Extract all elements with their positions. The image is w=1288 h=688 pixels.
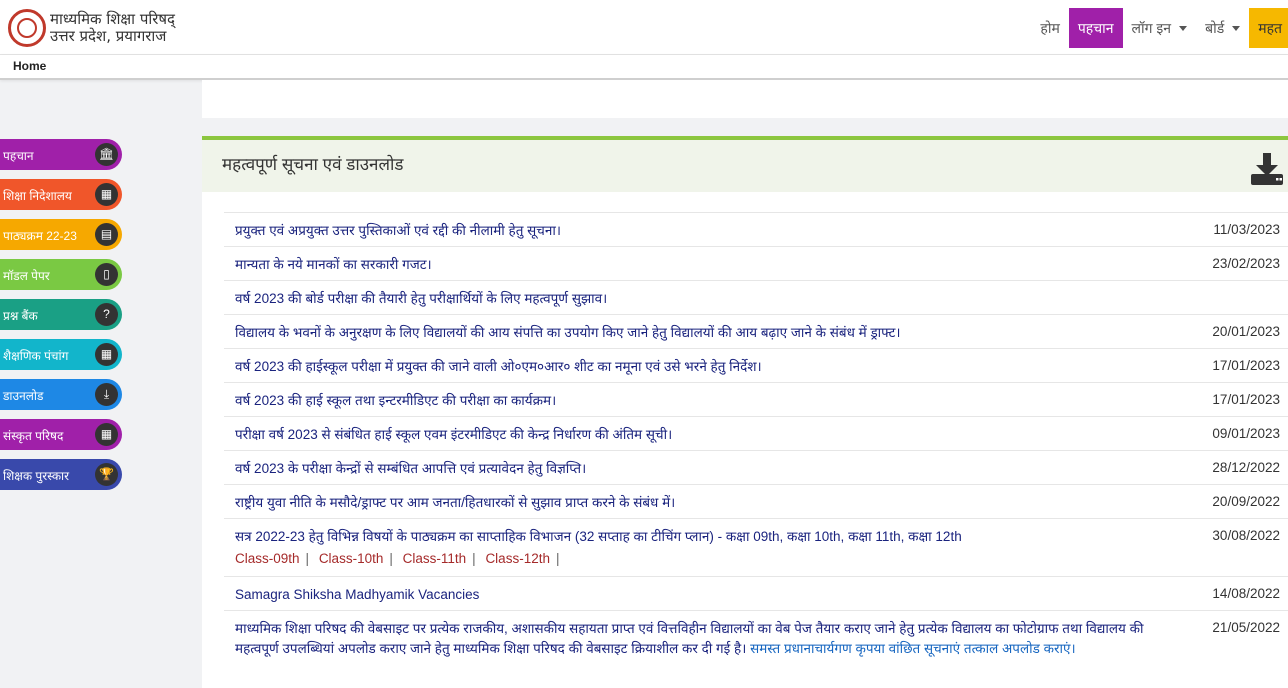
brand-line-1: माध्यमिक शिक्षा परिषद् [50, 10, 176, 28]
chevron-down-icon [1179, 25, 1188, 31]
bank-icon: 🏛 [95, 143, 118, 166]
notice-link[interactable]: सत्र 2022-23 हेतु विभिन्न विषयों के पाठ्… [235, 527, 1175, 547]
notice-link[interactable]: राष्ट्रीय युवा नीति के मसौदे/ड्राफ्ट पर … [235, 493, 1175, 513]
nav-important[interactable]: महत [1249, 8, 1288, 48]
nav-board-label: बोर्ड [1205, 19, 1225, 36]
list-item: Samagra Shiksha Madhyamik Vacancies 14/0… [224, 577, 1288, 611]
notice-date: 17/01/2023 [1212, 392, 1280, 407]
notice-date: 20/01/2023 [1212, 324, 1280, 339]
class-09-link[interactable]: Class-09th [235, 551, 300, 566]
notice-date: 30/08/2022 [1212, 528, 1280, 543]
class-10-link[interactable]: Class-10th [319, 551, 384, 566]
question-icon: ? [95, 303, 118, 326]
sidebar-item-label: डाउनलोड [3, 389, 44, 403]
nav-board[interactable]: बोर्ड [1196, 8, 1249, 48]
sidebar-item-label: मॉडल पेपर [3, 269, 50, 283]
notice-link[interactable]: प्रयुक्त एवं अप्रयुक्त उत्तर पुस्तिकाओं … [235, 221, 1175, 241]
building-icon: ▦ [95, 183, 118, 206]
notice-link[interactable]: परीक्षा वर्ष 2023 से संबंधित हाई स्कूल ए… [235, 425, 1175, 445]
site-brand[interactable]: माध्यमिक शिक्षा परिषद् उत्तर प्रदेश, प्र… [50, 11, 175, 45]
notice-date: 28/12/2022 [1212, 460, 1280, 475]
book-icon: ▤ [95, 223, 118, 246]
notice-date: 11/03/2023 [1213, 222, 1280, 237]
breadcrumb: Home [0, 55, 1288, 80]
sidebar-item-download[interactable]: डाउनलोड ⤓ [0, 379, 122, 410]
notice-date: 21/05/2022 [1212, 620, 1280, 635]
list-item: वर्ष 2023 की हाईस्कूल परीक्षा में प्रयुक… [224, 349, 1288, 383]
file-icon: ▯ [95, 263, 118, 286]
up-emblem-logo-icon[interactable] [8, 9, 46, 47]
site-header: माध्यमिक शिक्षा परिषद् उत्तर प्रदेश, प्र… [0, 0, 1288, 55]
notices-panel: महत्वपूर्ण सूचना एवं डाउनलोड प्रयुक्त एव… [202, 136, 1288, 688]
class-links: Class-09th | Class-10th | Class-11th | Clas… [235, 551, 560, 566]
brand-line-2: उत्तर प्रदेश, प्रयागराज [50, 27, 167, 45]
main-nav: होम पहचान लॉग इन बोर्ड महत [1031, 8, 1288, 48]
building-icon: ▦ [95, 423, 118, 446]
class-12-link[interactable]: Class-12th [485, 551, 550, 566]
nav-login[interactable]: लॉग इन [1123, 8, 1197, 48]
notice-date: 09/01/2023 [1212, 426, 1280, 441]
notices-header: महत्वपूर्ण सूचना एवं डाउनलोड [202, 136, 1288, 192]
notice-link[interactable]: माध्यमिक शिक्षा परिषद की वेबसाइट पर प्रत… [235, 619, 1175, 659]
sidebar-item-label: शैक्षणिक पंचांग [3, 349, 69, 363]
download-icon: ⤓ [95, 383, 118, 406]
sidebar-item-sanskrit-parishad[interactable]: संस्कृत परिषद ▦ [0, 419, 122, 450]
sidebar-item-directorate[interactable]: शिक्षा निदेशालय ▦ [0, 179, 122, 210]
notices-title: महत्वपूर्ण सूचना एवं डाउनलोड [222, 155, 404, 174]
sidebar-item-question-bank[interactable]: प्रश्न बैंक ? [0, 299, 122, 330]
breadcrumb-home-link[interactable]: Home [13, 59, 46, 73]
notice-extra-text: समस्त प्रधानाचार्यगण कृपया वांछित सूचनाए… [746, 641, 1076, 656]
notice-date: 23/02/2023 [1212, 256, 1280, 271]
sidebar-item-label: पाठ्यक्रम 22-23 [3, 229, 77, 243]
chevron-down-icon [1232, 25, 1241, 31]
sidebar-item-label: शिक्षा निदेशालय [3, 189, 72, 203]
notices-list: प्रयुक्त एवं अप्रयुक्त उत्तर पुस्तिकाओं … [224, 212, 1288, 687]
sidebar-item-syllabus[interactable]: पाठ्यक्रम 22-23 ▤ [0, 219, 122, 250]
class-11-link[interactable]: Class-11th [403, 551, 467, 566]
notice-link[interactable]: वर्ष 2023 की बोर्ड परीक्षा की तैयारी हेत… [235, 289, 1175, 309]
list-item: राष्ट्रीय युवा नीति के मसौदे/ड्राफ्ट पर … [224, 485, 1288, 519]
calendar-icon: ▦ [95, 343, 118, 366]
sidebar-item-label: पहचान [3, 149, 34, 163]
notice-date: 17/01/2023 [1212, 358, 1280, 373]
notice-date: 14/08/2022 [1212, 586, 1280, 601]
list-item: प्रयुक्त एवं अप्रयुक्त उत्तर पुस्तिकाओं … [224, 213, 1288, 247]
list-item: मान्यता के नये मानकों का सरकारी गजट। 23/… [224, 247, 1288, 281]
list-item: परीक्षा वर्ष 2023 से संबंधित हाई स्कूल ए… [224, 417, 1288, 451]
list-item: सत्र 2022-23 हेतु विभिन्न विषयों के पाठ्… [224, 519, 1288, 577]
trophy-icon: 🏆 [95, 463, 118, 486]
notice-link[interactable]: वर्ष 2023 की हाई स्कूल तथा इन्टरमीडिएट क… [235, 391, 1175, 411]
nav-home[interactable]: होम [1031, 8, 1068, 48]
list-item: वर्ष 2023 की हाई स्कूल तथा इन्टरमीडिएट क… [224, 383, 1288, 417]
sidebar-item-label: प्रश्न बैंक [3, 309, 38, 323]
notice-link[interactable]: वर्ष 2023 की हाईस्कूल परीक्षा में प्रयुक… [235, 357, 1175, 377]
list-item: विद्यालय के भवनों के अनुरक्षण के लिए विद… [224, 315, 1288, 349]
sidebar-item-teacher-award[interactable]: शिक्षक पुरस्कार 🏆 [0, 459, 122, 490]
sidebar-item-model-paper[interactable]: मॉडल पेपर ▯ [0, 259, 122, 290]
sidebar-item-label: शिक्षक पुरस्कार [3, 469, 70, 483]
list-item: वर्ष 2023 की बोर्ड परीक्षा की तैयारी हेत… [224, 281, 1288, 315]
notice-date: 20/09/2022 [1212, 494, 1280, 509]
notice-link[interactable]: वर्ष 2023 के परीक्षा केन्द्रों से सम्बंध… [235, 459, 1175, 479]
nav-login-label: लॉग इन [1131, 19, 1172, 36]
nav-pehchaan[interactable]: पहचान [1068, 8, 1123, 48]
download-tray-icon[interactable] [1250, 152, 1284, 186]
top-card [202, 80, 1288, 118]
sidebar-item-calendar[interactable]: शैक्षणिक पंचांग ▦ [0, 339, 122, 370]
notice-link[interactable]: विद्यालय के भवनों के अनुरक्षण के लिए विद… [235, 323, 1175, 343]
list-item: वर्ष 2023 के परीक्षा केन्द्रों से सम्बंध… [224, 451, 1288, 485]
notice-link[interactable]: मान्यता के नये मानकों का सरकारी गजट। [235, 255, 1175, 275]
sidebar-item-label: संस्कृत परिषद [3, 429, 64, 443]
sidebar-item-pehchaan[interactable]: पहचान 🏛 [0, 139, 122, 170]
notice-link[interactable]: Samagra Shiksha Madhyamik Vacancies [235, 585, 1175, 605]
list-item: माध्यमिक शिक्षा परिषद की वेबसाइट पर प्रत… [224, 611, 1288, 687]
